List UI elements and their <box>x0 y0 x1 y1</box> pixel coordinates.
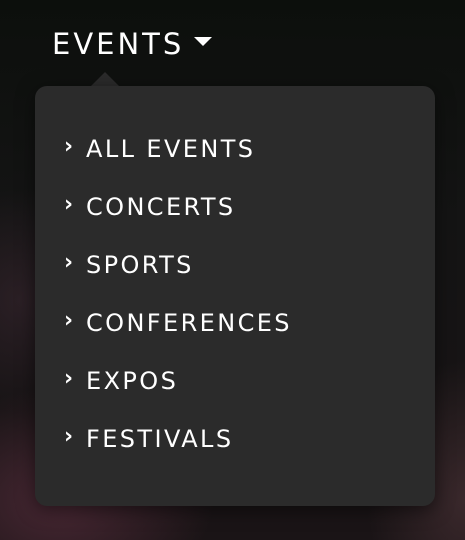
menu-item-label: ALL EVENTS <box>86 135 256 163</box>
menu-item-conferences[interactable]: › CONFERENCES <box>64 294 292 352</box>
menu-item-label: CONCERTS <box>86 193 236 221</box>
chevron-right-icon: › <box>64 366 74 391</box>
caret-down-icon <box>194 36 213 46</box>
dropdown-pointer <box>91 72 119 86</box>
menu-item-label: SPORTS <box>86 251 194 279</box>
menu-item-all-events[interactable]: › ALL EVENTS <box>64 120 292 178</box>
chevron-right-icon: › <box>64 134 74 159</box>
chevron-right-icon: › <box>64 308 74 333</box>
menu-item-concerts[interactable]: › CONCERTS <box>64 178 292 236</box>
chevron-right-icon: › <box>64 192 74 217</box>
events-menu-trigger[interactable]: EVENTS <box>52 26 213 62</box>
chevron-right-icon: › <box>64 424 74 449</box>
menu-item-label: EXPOS <box>86 367 179 395</box>
events-menu-list: › ALL EVENTS › CONCERTS › SPORTS › CONFE… <box>64 135 292 468</box>
page: EVENTS › ALL EVENTS › CONCERTS › SPORTS … <box>0 0 465 540</box>
chevron-right-icon: › <box>64 250 74 275</box>
menu-item-festivals[interactable]: › FESTIVALS <box>64 410 292 468</box>
menu-item-sports[interactable]: › SPORTS <box>64 236 292 294</box>
events-nav-label: EVENTS <box>52 27 185 61</box>
events-dropdown-menu: › ALL EVENTS › CONCERTS › SPORTS › CONFE… <box>35 86 435 506</box>
menu-item-label: FESTIVALS <box>86 425 234 453</box>
menu-item-label: CONFERENCES <box>86 309 292 337</box>
menu-item-expos[interactable]: › EXPOS <box>64 352 292 410</box>
